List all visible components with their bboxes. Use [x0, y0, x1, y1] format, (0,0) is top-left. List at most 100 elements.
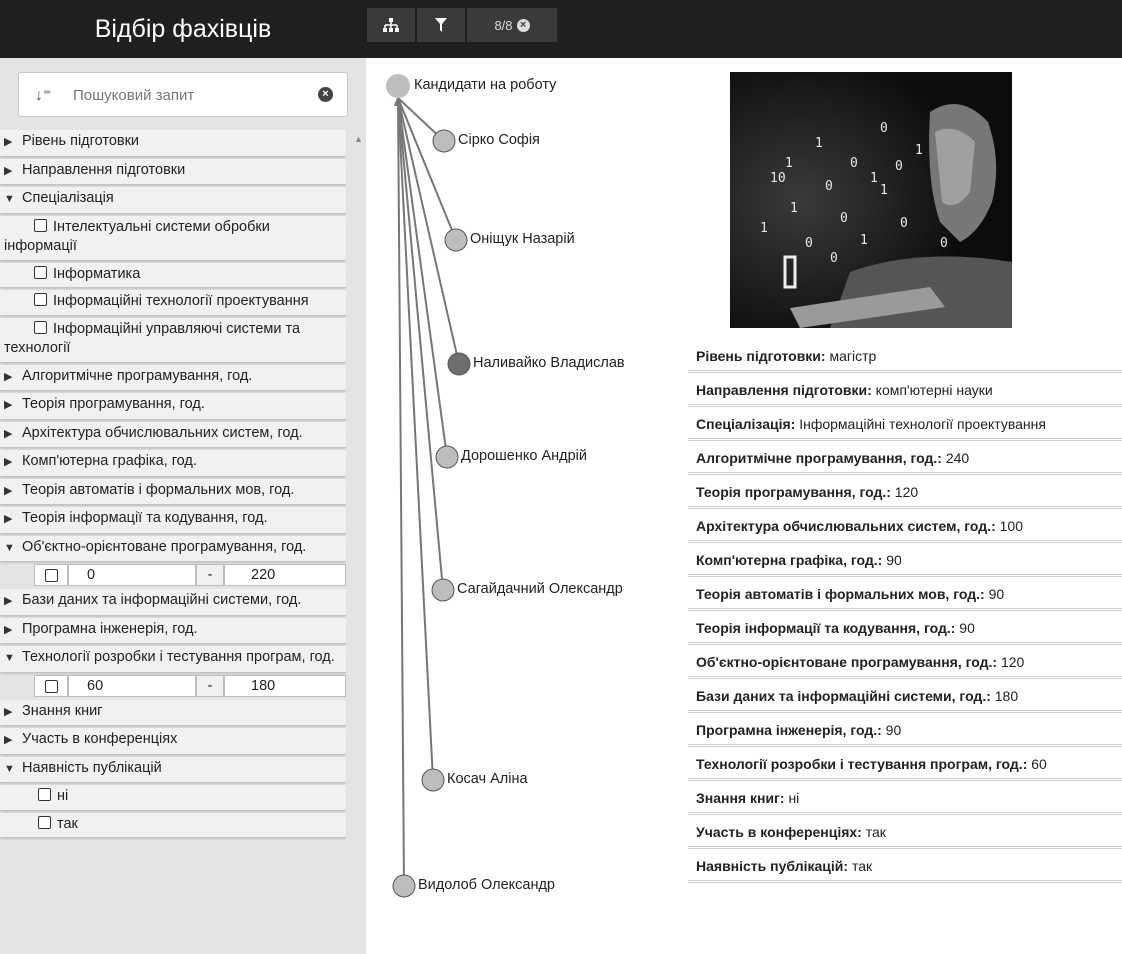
- filter-testing[interactable]: ▼ Технології розробки і тестування програ…: [0, 646, 346, 673]
- detail-row: Направлення підготовки: комп'ютерні наук…: [688, 373, 1122, 407]
- filter-specialization[interactable]: ▼ Спеціалізація: [0, 187, 346, 214]
- range-to-input[interactable]: 220: [224, 564, 346, 586]
- detail-value: 60: [1031, 756, 1047, 772]
- caret-down-icon: ▼: [4, 541, 15, 554]
- candidate-node[interactable]: [432, 129, 456, 153]
- filter-oop[interactable]: ▼ Об'єктно-орієнтоване програмування, год…: [0, 535, 346, 562]
- filter-db[interactable]: ▶ Бази даних та інформаційні системи, год…: [0, 589, 346, 616]
- search-input[interactable]: [73, 83, 303, 107]
- candidate-label[interactable]: Видолоб Олександр: [418, 877, 555, 893]
- caret-right-icon: ▶: [4, 427, 13, 440]
- filter-graphics[interactable]: ▶ Комп'ютерна графіка, год.: [0, 450, 346, 477]
- pub-option[interactable]: так: [0, 812, 346, 838]
- sitemap-icon: [383, 18, 399, 32]
- detail-key: Теорія програмування, год.:: [696, 484, 891, 500]
- detail-key: Комп'ютерна графіка, год.:: [696, 552, 883, 568]
- spec-option[interactable]: Інтелектуальні системи обробки інформаці…: [0, 215, 346, 261]
- tree-link: [397, 97, 444, 591]
- range-to-input[interactable]: 180: [224, 674, 346, 697]
- tree-view-button[interactable]: [367, 8, 415, 42]
- candidate-label[interactable]: Косач Аліна: [447, 771, 528, 787]
- tree-root-node[interactable]: [386, 74, 410, 98]
- svg-text:1: 1: [760, 221, 768, 236]
- candidate-label[interactable]: Сірко Софія: [458, 132, 540, 148]
- caret-right-icon: ▶: [4, 734, 13, 746]
- spec-option[interactable]: Інформаційні технології проектування: [0, 290, 346, 316]
- caret-down-icon: ▼: [4, 193, 15, 205]
- detail-row: Алгоритмічне програмування, год.: 240: [688, 441, 1122, 475]
- candidate-photo: 010 10 0 1 100 110 101 001: [730, 72, 1012, 328]
- filter-theory-prog[interactable]: ▶ Теорія програмування, год.: [0, 393, 346, 420]
- range-checkbox[interactable]: [34, 564, 68, 586]
- svg-text:1: 1: [790, 201, 798, 216]
- candidate-node[interactable]: [392, 874, 416, 898]
- candidate-label[interactable]: Дорошенко Андрій: [461, 448, 587, 464]
- filter-arch[interactable]: ▶ Архітектура обчислювальних систем, год.: [0, 421, 346, 448]
- candidate-label[interactable]: Сагайдачний Олександр: [457, 581, 623, 597]
- detail-key: Програмна інженерія, год.:: [696, 722, 882, 738]
- detail-key: Об'єктно-орієнтоване програмування, год.…: [696, 654, 998, 670]
- checkbox[interactable]: [34, 218, 47, 232]
- filter-direction[interactable]: ▶ Направлення підготовки: [0, 158, 346, 185]
- result-count-badge[interactable]: 8/8 ×: [467, 8, 557, 42]
- svg-text:0: 0: [850, 156, 858, 171]
- detail-value: 90: [885, 722, 902, 738]
- tree-root-label[interactable]: Кандидати на роботу: [414, 77, 556, 93]
- checkbox[interactable]: [38, 815, 51, 829]
- range-from-input[interactable]: 0: [68, 564, 196, 586]
- candidate-node[interactable]: [421, 768, 445, 792]
- checkbox[interactable]: [34, 265, 47, 279]
- pub-option[interactable]: ні: [0, 785, 346, 811]
- range-from-input[interactable]: 60: [68, 674, 196, 697]
- checkbox[interactable]: [34, 293, 47, 306]
- detail-key: Направлення підготовки:: [696, 382, 872, 398]
- detail-value: 120: [894, 484, 919, 500]
- detail-value: магістр: [829, 348, 877, 364]
- testing-range: 60 - 180: [0, 674, 346, 697]
- search-box: ↓⁼ ×: [18, 72, 348, 117]
- filter-icon: [435, 18, 447, 32]
- filter-automata[interactable]: ▶ Теорія автоматів і формальних мов, год.: [0, 478, 346, 505]
- sort-icon[interactable]: ↓⁼: [35, 85, 51, 105]
- range-checkbox[interactable]: [34, 674, 68, 697]
- candidate-node[interactable]: [431, 578, 455, 602]
- top-bar: Відбір фахівців 8/8 ×: [0, 0, 1122, 58]
- filter-se[interactable]: ▶ Програмна інженерія, год.: [0, 617, 346, 644]
- candidate-node[interactable]: [447, 352, 471, 376]
- checkbox[interactable]: [38, 788, 51, 801]
- detail-key: Теорія автоматів і формальних мов, год.:: [696, 586, 985, 602]
- caret-right-icon: ▶: [4, 136, 13, 148]
- detail-value: 90: [959, 620, 975, 636]
- oop-range: 0 - 220: [0, 564, 346, 586]
- detail-key: Теорія інформації та кодування, год.:: [696, 620, 956, 636]
- filter-conferences[interactable]: ▶ Участь в конференціях: [0, 728, 346, 755]
- scroll-up-arrow[interactable]: ▲: [354, 134, 363, 144]
- filter-button[interactable]: [417, 8, 465, 42]
- candidate-node[interactable]: [444, 228, 468, 252]
- filter-algo[interactable]: ▶ Алгоритмічне програмування, год.: [0, 364, 346, 391]
- detail-row: Теорія інформації та кодування, год.: 90: [688, 611, 1122, 645]
- spec-option[interactable]: Інформаційні управляючі системи та техно…: [0, 317, 346, 363]
- detail-row: Об'єктно-орієнтоване програмування, год.…: [688, 645, 1122, 679]
- detail-key: Рівень підготовки:: [696, 348, 826, 364]
- times-circle-icon[interactable]: ×: [516, 18, 530, 32]
- checkbox[interactable]: [34, 320, 47, 334]
- spec-option[interactable]: Інформатика: [0, 262, 346, 288]
- candidate-label[interactable]: Оніщук Назарій: [470, 231, 575, 247]
- candidate-label[interactable]: Наливайко Владислав: [473, 355, 625, 371]
- detail-key: Знання книг:: [696, 790, 785, 806]
- caret-right-icon: ▶: [4, 513, 13, 525]
- filter-level[interactable]: ▶ Рівень підготовки: [0, 130, 346, 157]
- filter-books[interactable]: ▶ Знання книг: [0, 699, 346, 726]
- candidate-node[interactable]: [435, 445, 459, 469]
- candidate-details: Рівень підготовки: магістр Направлення пі…: [688, 339, 1122, 883]
- caret-right-icon: ▶: [4, 623, 13, 636]
- svg-text:0: 0: [900, 216, 908, 231]
- svg-text:1: 1: [880, 183, 888, 198]
- filter-publications[interactable]: ▼ Наявність публікацій: [0, 756, 346, 783]
- detail-key: Бази даних та інформаційні системи, год.…: [696, 688, 991, 704]
- caret-down-icon: ▼: [4, 652, 15, 664]
- filter-info-theory[interactable]: ▶ Теорія інформації та кодування, год.: [0, 507, 346, 534]
- times-circle-icon[interactable]: ×: [318, 87, 333, 102]
- svg-text:0: 0: [805, 236, 813, 251]
